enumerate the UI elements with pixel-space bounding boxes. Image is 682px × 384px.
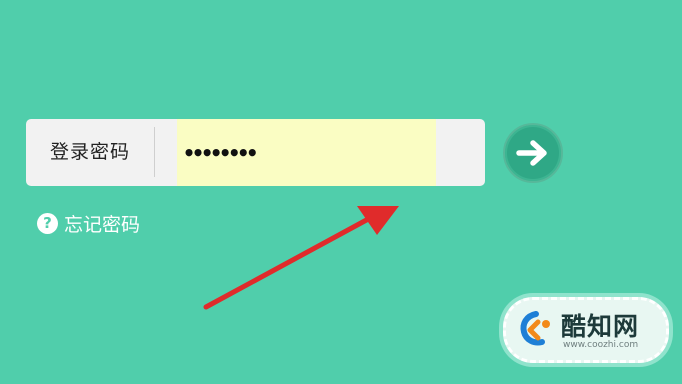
watermark-name: 酷知网 bbox=[561, 312, 640, 341]
watermark-url: www.coozhi.com bbox=[563, 340, 639, 350]
coozhi-logo-icon bbox=[520, 311, 550, 346]
watermark-badge: 酷知网 www.coozhi.com bbox=[503, 297, 669, 363]
